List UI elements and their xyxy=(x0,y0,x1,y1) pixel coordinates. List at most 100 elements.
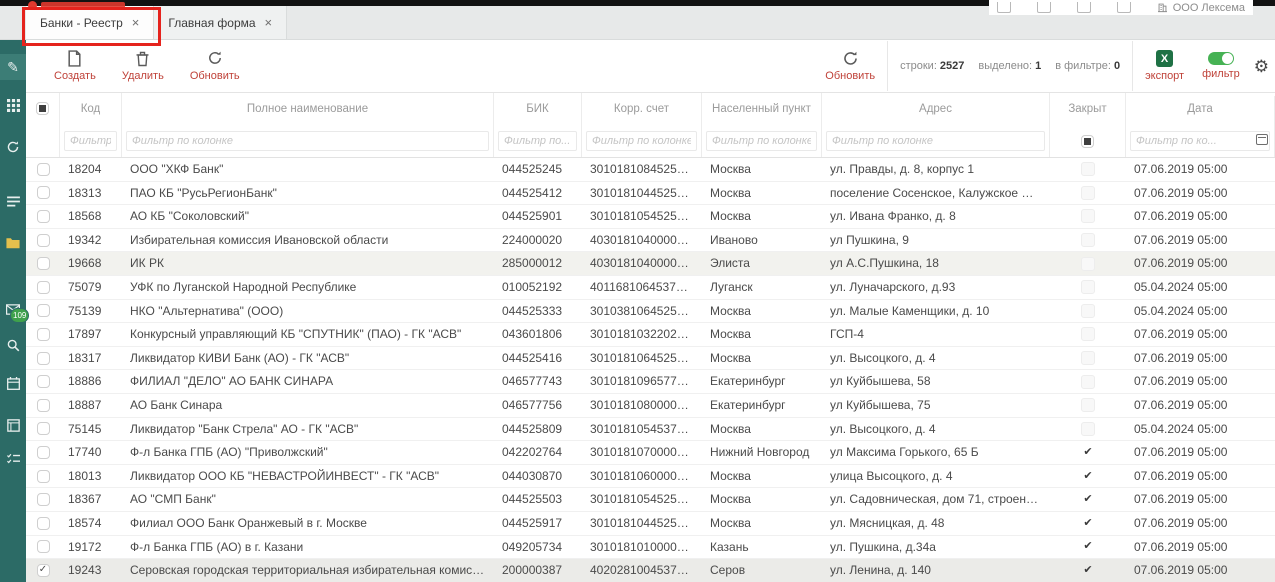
closed-checkbox[interactable] xyxy=(1081,398,1095,412)
closed-checkbox[interactable] xyxy=(1081,375,1095,389)
closed-checkbox[interactable] xyxy=(1081,304,1095,318)
closed-checkbox[interactable] xyxy=(1081,162,1095,176)
row-checkbox[interactable] xyxy=(37,399,50,412)
sidebar-item-documents[interactable] xyxy=(0,230,26,256)
sidebar-item-sync[interactable] xyxy=(0,134,26,160)
export-button[interactable]: X экспорт xyxy=(1145,50,1184,82)
table-row[interactable]: 75145 Ликвидатор "Банк Стрела" АО - ГК "… xyxy=(26,418,1275,442)
header-icon-partial-4[interactable] xyxy=(1117,2,1131,13)
table-row[interactable]: 75079 УФК по Луганской Народной Республи… xyxy=(26,276,1275,300)
sidebar-item-edit[interactable]: ✎ xyxy=(0,54,26,80)
header-icon-partial-3[interactable] xyxy=(1077,2,1091,13)
closed-checkbox[interactable]: ✔ xyxy=(1083,541,1092,552)
column-header-name[interactable]: Полное наименование xyxy=(122,92,494,125)
row-checkbox[interactable] xyxy=(37,564,50,577)
closed-checkbox[interactable]: ✔ xyxy=(1083,565,1092,576)
delete-button[interactable]: Удалить xyxy=(122,50,164,82)
table-row[interactable]: 17897 Конкурсный управляющий КБ "СПУТНИК… xyxy=(26,323,1275,347)
sidebar-item-ledger[interactable] xyxy=(0,412,26,438)
row-checkbox[interactable] xyxy=(37,281,50,294)
column-header-closed[interactable]: Закрыт xyxy=(1050,92,1126,125)
create-button[interactable]: Создать xyxy=(54,50,96,82)
closed-checkbox[interactable]: ✔ xyxy=(1083,471,1092,482)
header-icon-partial-1[interactable] xyxy=(997,2,1011,13)
table-row[interactable]: 18367 АО "СМП Банк" 044525503 3010181054… xyxy=(26,488,1275,512)
row-checkbox[interactable] xyxy=(37,304,50,317)
closed-checkbox[interactable] xyxy=(1081,186,1095,200)
closed-checkbox[interactable]: ✔ xyxy=(1083,494,1092,505)
table-row[interactable]: 19342 Избирательная комиссия Ивановской … xyxy=(26,229,1275,253)
tab-glavnaya-forma[interactable]: Главная форма × xyxy=(154,6,287,39)
table-row[interactable]: 18886 ФИЛИАЛ "ДЕЛО" АО БАНК СИНАРА 04657… xyxy=(26,370,1275,394)
table-row[interactable]: 17740 Ф-л Банка ГПБ (АО) "Приволжский" 0… xyxy=(26,441,1275,465)
row-checkbox[interactable] xyxy=(37,257,50,270)
column-header-city[interactable]: Населенный пункт xyxy=(702,92,822,125)
table-row[interactable]: 19172 Ф-л Банка ГПБ (АО) в г. Казани 049… xyxy=(26,536,1275,560)
row-checkbox[interactable] xyxy=(37,328,50,341)
header-icon-partial-2[interactable] xyxy=(1037,2,1051,13)
table-row[interactable]: 18887 АО Банк Синара 046577756 301018108… xyxy=(26,394,1275,418)
table-row[interactable]: 18013 Ликвидатор ООО КБ "НЕВАСТРОЙИНВЕСТ… xyxy=(26,465,1275,489)
row-checkbox[interactable] xyxy=(37,352,50,365)
column-header-date[interactable]: Дата xyxy=(1126,92,1275,125)
filter-input-name[interactable] xyxy=(126,131,489,151)
cell-city: Екатеринбург xyxy=(702,394,822,417)
sidebar-item-tasks[interactable] xyxy=(0,188,26,214)
row-checkbox[interactable] xyxy=(37,186,50,199)
tab-close-icon[interactable]: × xyxy=(132,16,140,29)
column-header-code[interactable]: Код xyxy=(60,92,122,125)
closed-checkbox[interactable]: ✔ xyxy=(1083,518,1092,529)
filter-input-date[interactable] xyxy=(1130,131,1270,151)
sidebar-item-registries[interactable] xyxy=(0,92,26,118)
filter-input-code[interactable] xyxy=(64,131,117,151)
table-row[interactable]: 18574 Филиал ООО Банк Оранжевый в г. Мос… xyxy=(26,512,1275,536)
closed-checkbox[interactable] xyxy=(1081,280,1095,294)
row-checkbox[interactable] xyxy=(37,446,50,459)
sidebar-item-calendar[interactable] xyxy=(0,370,26,396)
column-header-corr[interactable]: Корр. счет xyxy=(582,92,702,125)
tab-close-icon[interactable]: × xyxy=(265,16,273,29)
filter-closed-checkbox[interactable] xyxy=(1081,135,1094,148)
filter-input-corr[interactable] xyxy=(586,131,697,151)
row-checkbox[interactable] xyxy=(37,540,50,553)
toggle-on-icon[interactable] xyxy=(1208,52,1234,65)
row-checkbox[interactable] xyxy=(37,493,50,506)
row-checkbox[interactable] xyxy=(37,375,50,388)
row-checkbox[interactable] xyxy=(37,210,50,223)
table-row[interactable]: 18204 ООО "ХКФ Банк" 044525245 301018108… xyxy=(26,158,1275,182)
table-row[interactable]: 75139 НКО "Альтернатива" (ООО) 044525333… xyxy=(26,300,1275,324)
closed-checkbox[interactable]: ✔ xyxy=(1083,447,1092,458)
closed-checkbox[interactable] xyxy=(1081,327,1095,341)
closed-checkbox[interactable] xyxy=(1081,351,1095,365)
filter-input-city[interactable] xyxy=(706,131,817,151)
select-all-checkbox[interactable] xyxy=(36,102,49,115)
gear-icon[interactable]: ⚙ xyxy=(1254,58,1269,75)
sidebar-item-search[interactable] xyxy=(0,332,26,358)
closed-checkbox[interactable] xyxy=(1081,257,1095,271)
filter-toggle-button[interactable]: фильтр xyxy=(1202,52,1240,80)
table-row[interactable]: 19243 Серовская городская территориальна… xyxy=(26,559,1275,582)
table-row[interactable]: 18317 Ликвидатор КИВИ Банк (АО) - ГК "АС… xyxy=(26,347,1275,371)
closed-checkbox[interactable] xyxy=(1081,209,1095,223)
row-checkbox[interactable] xyxy=(37,163,50,176)
closed-checkbox[interactable] xyxy=(1081,422,1095,436)
row-checkbox[interactable] xyxy=(37,470,50,483)
refresh-grid-button[interactable]: Обновить xyxy=(825,50,875,82)
table-row[interactable]: 19668 ИК РК 285000012 4030181040000000..… xyxy=(26,252,1275,276)
column-header-bik[interactable]: БИК xyxy=(494,92,582,125)
row-checkbox[interactable] xyxy=(37,234,50,247)
refresh-button[interactable]: Обновить xyxy=(190,50,240,82)
company-selector[interactable]: ООО Лексема xyxy=(1157,2,1245,14)
row-checkbox[interactable] xyxy=(37,517,50,530)
sidebar-item-mail[interactable]: 109 xyxy=(0,296,26,322)
filter-input-bik[interactable] xyxy=(498,131,577,151)
tab-banki-reestr[interactable]: Банки - Реестр × xyxy=(26,6,154,39)
column-header-address[interactable]: Адрес xyxy=(822,92,1050,125)
row-checkbox[interactable] xyxy=(37,422,50,435)
table-row[interactable]: 18568 АО КБ "Соколовский" 044525901 3010… xyxy=(26,205,1275,229)
calendar-picker-icon[interactable] xyxy=(1256,134,1268,145)
table-row[interactable]: 18313 ПАО КБ "РусьРегионБанк" 044525412 … xyxy=(26,182,1275,206)
closed-checkbox[interactable] xyxy=(1081,233,1095,247)
sidebar-item-checklist[interactable] xyxy=(0,446,26,472)
filter-input-address[interactable] xyxy=(826,131,1045,151)
